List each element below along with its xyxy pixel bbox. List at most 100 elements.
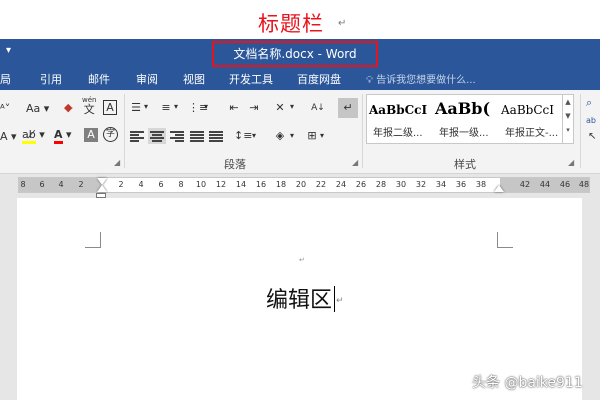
style-body-card[interactable]: AaBbCcI 年报正文-... [499, 95, 563, 143]
watermark-text: 头条 @baike911 [472, 375, 583, 391]
ruler-tick: 28 [375, 180, 387, 189]
increase-indent-icon[interactable]: ⇥ [246, 100, 262, 116]
annotation-band: 标题栏 ↵ [0, 0, 600, 39]
tab-review[interactable]: 审阅 [136, 71, 158, 87]
paragraph-mark: ↵ [338, 18, 347, 29]
line-spacing-icon[interactable]: ↕≡ [234, 128, 252, 144]
crop-mark-top-left [85, 232, 101, 248]
decrease-indent-icon[interactable]: ⇤ [226, 100, 242, 116]
styles-gallery-scroll[interactable]: ▲ ▼ ▾ [562, 94, 574, 144]
tell-me-box[interactable]: 💡︎ 告诉我您想要做什么... [366, 71, 476, 86]
ruler-tick: 12 [215, 180, 227, 189]
first-line-indent-marker[interactable] [97, 178, 107, 185]
multilevel-list-icon[interactable]: ⋮≡ [188, 100, 208, 116]
ruler-tick: 2 [118, 180, 124, 189]
numbering-dropdown-icon[interactable]: ▾ [174, 100, 178, 114]
ribbon-body: ᴬ˅ Aa ▾ ◆̶ wén 文 A A ▾ ab̸ ▾ A ▾ A 字 ◢ ☰… [0, 90, 600, 174]
ruler-tick: 34 [435, 180, 447, 189]
show-marks-button[interactable]: ↵ [338, 98, 358, 118]
ruler-tick: 26 [355, 180, 367, 189]
align-right-icon[interactable] [170, 130, 184, 142]
font-color-button[interactable]: A ▾ [54, 128, 72, 144]
find-icon[interactable]: ⌕ [586, 96, 592, 110]
text-effects-fragment[interactable]: A ▾ [0, 130, 17, 144]
ruler-tick: 36 [455, 180, 467, 189]
paragraph-dialog-launcher-icon[interactable]: ◢ [352, 158, 358, 167]
tab-mailings[interactable]: 邮件 [88, 71, 110, 87]
shading-icon[interactable]: ◈ [272, 128, 288, 144]
ruler-tick: 38 [475, 180, 487, 189]
tab-view[interactable]: 视图 [183, 71, 205, 87]
highlighter-icon: ab̸ [22, 129, 36, 144]
style-sample: AaBbCcI [369, 103, 428, 117]
scroll-up-icon[interactable]: ▲ [563, 95, 573, 109]
ribbon-tab-bar: 局 引用 邮件 审阅 视图 开发工具 百度网盘 💡︎ 告诉我您想要做什么... [0, 68, 600, 90]
styles-group-label: 样式 [454, 158, 476, 171]
ruler-tick: 4 [138, 180, 144, 189]
ruler-tick: 44 [539, 180, 551, 189]
replace-icon[interactable]: ab [586, 114, 596, 128]
ruler-tick: 8 [20, 180, 26, 189]
more-styles-icon[interactable]: ▾ [563, 123, 573, 137]
hanging-indent-marker[interactable] [97, 185, 107, 192]
paragraph-mark: ↵ [299, 256, 305, 264]
qat-dropdown-icon[interactable]: ▾ [6, 45, 11, 56]
ruler-tick: 30 [395, 180, 407, 189]
ruler-tick: 20 [295, 180, 307, 189]
borders-icon[interactable]: ⊞ [304, 128, 320, 144]
multilevel-dropdown-icon[interactable]: ▾ [204, 100, 208, 114]
tab-baidu-netdisk[interactable]: 百度网盘 [297, 71, 341, 87]
ruler-tick: 8 [178, 180, 184, 189]
phonetic-guide-char: 文 [83, 103, 95, 116]
horizontal-ruler: 8 6 4 2 2 4 6 8 10 12 14 16 18 20 22 24 … [0, 174, 600, 198]
distributed-icon[interactable] [209, 130, 223, 142]
ruler-tick: 18 [275, 180, 287, 189]
group-divider [580, 94, 581, 168]
line-spacing-dropdown-icon[interactable]: ▾ [252, 129, 256, 143]
tab-references[interactable]: 引用 [40, 71, 62, 87]
ruler-tick: 42 [519, 180, 531, 189]
ruler-tick: 4 [58, 180, 64, 189]
shading-dropdown-icon[interactable]: ▾ [290, 129, 294, 143]
sort-icon[interactable]: A↓ [310, 100, 326, 116]
font-size-decrease-fragment[interactable]: ᴬ˅ [0, 102, 10, 116]
ruler-track[interactable]: 8 6 4 2 2 4 6 8 10 12 14 16 18 20 22 24 … [18, 177, 590, 193]
numbering-icon[interactable]: ≡ [158, 100, 174, 116]
ruler-tick: 6 [158, 180, 164, 189]
style-heading2-card[interactable]: AaBbCcI 年报二级... [367, 95, 431, 143]
chinese-layout-dropdown-icon[interactable]: ▾ [290, 100, 294, 114]
group-divider [124, 94, 125, 168]
clear-format-icon[interactable]: ◆̶ [64, 101, 72, 115]
align-left-icon[interactable] [130, 130, 144, 142]
right-indent-marker[interactable] [494, 185, 504, 192]
paragraph-mark: ↵ [336, 296, 344, 306]
style-heading1-card[interactable]: AaBb( 年报一级... [433, 95, 497, 143]
tab-developer[interactable]: 开发工具 [229, 71, 273, 87]
tab-layout[interactable]: 局 [0, 71, 11, 87]
ruler-tick: 16 [255, 180, 267, 189]
edit-area-annotation[interactable]: 编辑区 [266, 282, 332, 314]
align-center-icon [150, 130, 164, 142]
enclose-chars-button[interactable]: 字 [103, 127, 118, 142]
bullets-dropdown-icon[interactable]: ▾ [144, 100, 148, 114]
style-name: 年报正文-... [505, 128, 559, 139]
ruler-tick: 10 [195, 180, 207, 189]
font-dialog-launcher-icon[interactable]: ◢ [114, 158, 120, 167]
change-case-button[interactable]: Aa ▾ [26, 102, 49, 116]
char-shading-button[interactable]: A [84, 128, 98, 142]
text-cursor [334, 286, 335, 312]
highlight-button[interactable]: ab̸ ▾ [22, 128, 45, 144]
chinese-layout-icon[interactable]: ✕ [272, 100, 288, 116]
scroll-down-icon[interactable]: ▼ [563, 109, 573, 123]
ruler-tick: 22 [315, 180, 327, 189]
char-border-button[interactable]: A [103, 100, 117, 115]
borders-dropdown-icon[interactable]: ▾ [320, 129, 324, 143]
phonetic-guide-button[interactable]: wén 文 [82, 96, 96, 116]
document-page[interactable]: ↵ 编辑区 ↵ [17, 198, 582, 400]
ruler-tick: 2 [78, 180, 84, 189]
bullets-icon[interactable]: ☰ [128, 100, 144, 116]
group-divider [362, 94, 363, 168]
styles-dialog-launcher-icon[interactable]: ◢ [568, 158, 574, 167]
justify-icon[interactable] [190, 130, 204, 142]
select-icon[interactable]: ↖ [588, 130, 596, 144]
